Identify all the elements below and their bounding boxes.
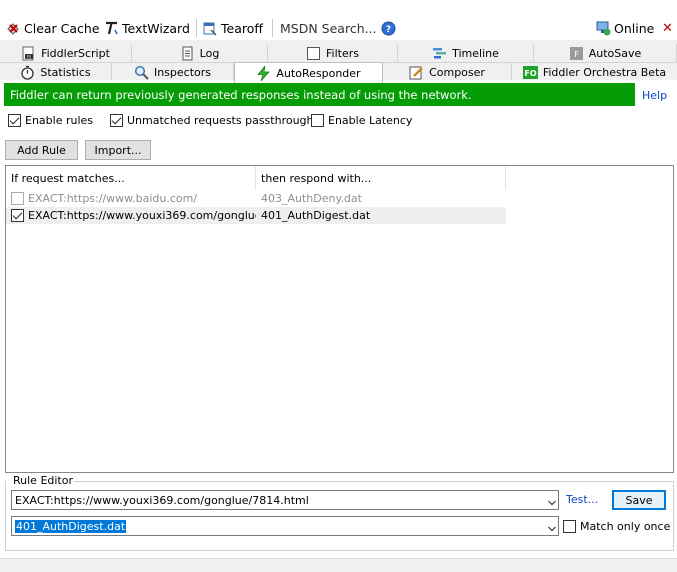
rule-response: 401_AuthDigest.dat: [261, 209, 371, 222]
tab-row-1: JS FiddlerScript Log Filters Timeline F …: [0, 44, 677, 63]
msdn-search-input[interactable]: MSDN Search...: [280, 19, 377, 37]
toolbar-separator: [272, 19, 273, 37]
checkbox-unchecked: [563, 520, 576, 533]
rule-checkbox-unchecked[interactable]: [11, 192, 24, 205]
tab-label: FiddlerScript: [41, 47, 110, 60]
status-bar: [0, 558, 677, 572]
lightning-icon: [256, 64, 271, 81]
tab-label: AutoResponder: [276, 66, 361, 80]
tab-fiddlerscript[interactable]: JS FiddlerScript: [0, 44, 132, 63]
svg-text:FO: FO: [524, 69, 536, 78]
textwizard-label: TextWizard: [122, 20, 190, 36]
checkbox-label: Enable Latency: [328, 114, 413, 127]
column-header-respond[interactable]: then respond with...: [256, 166, 506, 190]
tab-label: Fiddler Orchestra Beta: [542, 66, 667, 79]
msdn-search-label: MSDN Search...: [280, 20, 377, 36]
save-button[interactable]: Save: [612, 490, 666, 510]
script-icon: JS: [21, 46, 36, 61]
help-icon: ?: [381, 21, 396, 36]
svg-text:JS: JS: [26, 55, 31, 60]
checkbox-checked: [110, 114, 123, 127]
rule-response-combobox[interactable]: 401_AuthDigest.dat: [11, 516, 559, 536]
tearoff-icon: [203, 21, 218, 36]
banner-text: Fiddler can return previously generated …: [10, 87, 472, 102]
autosave-icon: F: [569, 46, 584, 61]
rule-editor-title: Rule Editor: [12, 474, 74, 487]
textwizard-icon: [104, 21, 119, 36]
tab-label: Inspectors: [153, 66, 212, 79]
toolbar-separator: [196, 19, 197, 37]
info-banner: Fiddler can return previously generated …: [4, 83, 635, 106]
tab-label: Filters: [326, 47, 359, 60]
tearoff-label: Tearoff: [221, 20, 263, 36]
close-icon[interactable]: ✕: [662, 19, 673, 37]
checkbox-label: Unmatched requests passthrough: [127, 114, 314, 127]
textwizard-button[interactable]: TextWizard: [104, 19, 190, 37]
test-link[interactable]: Test...: [566, 493, 598, 506]
checkbox-checked: [8, 114, 21, 127]
chevron-down-icon[interactable]: [548, 497, 556, 506]
combobox-value-selected: 401_AuthDigest.dat: [15, 519, 127, 533]
stopwatch-icon: [20, 65, 35, 80]
composer-pencil-icon: [409, 65, 424, 80]
group-border: [66, 481, 674, 482]
orchestra-icon: FO: [522, 65, 538, 80]
help-button[interactable]: ?: [381, 19, 396, 37]
checkbox-label: Match only once: [580, 520, 671, 533]
match-only-once-checkbox[interactable]: Match only once: [563, 520, 670, 533]
checkbox-label: Enable rules: [25, 114, 94, 127]
table-row[interactable]: EXACT:https://www.baidu.com/ 403_AuthDen…: [6, 190, 506, 207]
unmatched-passthrough-checkbox[interactable]: Unmatched requests passthrough: [110, 114, 314, 127]
help-link[interactable]: Help: [642, 89, 667, 102]
clear-cache-icon: [6, 21, 21, 36]
online-indicator[interactable]: Online: [596, 19, 654, 37]
combobox-value: EXACT:https://www.youxi369.com/gonglue/7…: [15, 493, 309, 507]
magnifier-icon: [134, 65, 149, 80]
tab-autosave[interactable]: F AutoSave: [534, 44, 677, 63]
svg-text:?: ?: [386, 25, 391, 35]
rule-checkbox-checked[interactable]: [11, 209, 24, 222]
tab-autoresponder[interactable]: AutoResponder: [234, 62, 383, 83]
rules-list[interactable]: If request matches... then respond with.…: [5, 165, 674, 473]
main-toolbar: Clear Cache TextWizard Tearoff MSDN Sear…: [0, 0, 677, 40]
tab-timeline[interactable]: Timeline: [398, 44, 534, 63]
enable-rules-checkbox[interactable]: Enable rules: [8, 114, 93, 127]
tab-log[interactable]: Log: [132, 44, 268, 63]
timeline-icon: [432, 46, 447, 61]
add-rule-button[interactable]: Add Rule: [5, 140, 78, 160]
table-row[interactable]: EXACT:https://www.youxi369.com/gonglue/.…: [6, 207, 506, 224]
tab-label: Composer: [429, 66, 485, 79]
rule-match: EXACT:https://www.baidu.com/: [28, 192, 198, 205]
tab-label: Statistics: [40, 66, 91, 79]
tab-label: AutoSave: [588, 47, 642, 60]
tearoff-button[interactable]: Tearoff: [203, 19, 263, 37]
network-online-icon: [596, 21, 611, 36]
tab-filters[interactable]: Filters: [268, 44, 398, 63]
online-label: Online: [614, 20, 655, 36]
svg-text:F: F: [574, 50, 579, 59]
import-button[interactable]: Import...: [85, 140, 151, 160]
log-icon: [180, 46, 195, 61]
checkbox-unchecked: [311, 114, 324, 127]
rule-match-combobox[interactable]: EXACT:https://www.youxi369.com/gonglue/7…: [11, 490, 559, 510]
rule-match: EXACT:https://www.youxi369.com/gonglue/.…: [28, 209, 256, 222]
tab-label: Log: [199, 47, 220, 60]
tab-label: Timeline: [452, 47, 499, 60]
clear-cache-label: Clear Cache: [24, 20, 100, 36]
column-header-match[interactable]: If request matches...: [6, 166, 256, 190]
rule-response: 403_AuthDeny.dat: [261, 192, 362, 205]
chevron-down-icon[interactable]: [548, 523, 556, 532]
filter-checkbox-icon: [306, 46, 321, 61]
clear-cache-button[interactable]: Clear Cache: [6, 19, 100, 37]
enable-latency-checkbox[interactable]: Enable Latency: [311, 114, 412, 127]
